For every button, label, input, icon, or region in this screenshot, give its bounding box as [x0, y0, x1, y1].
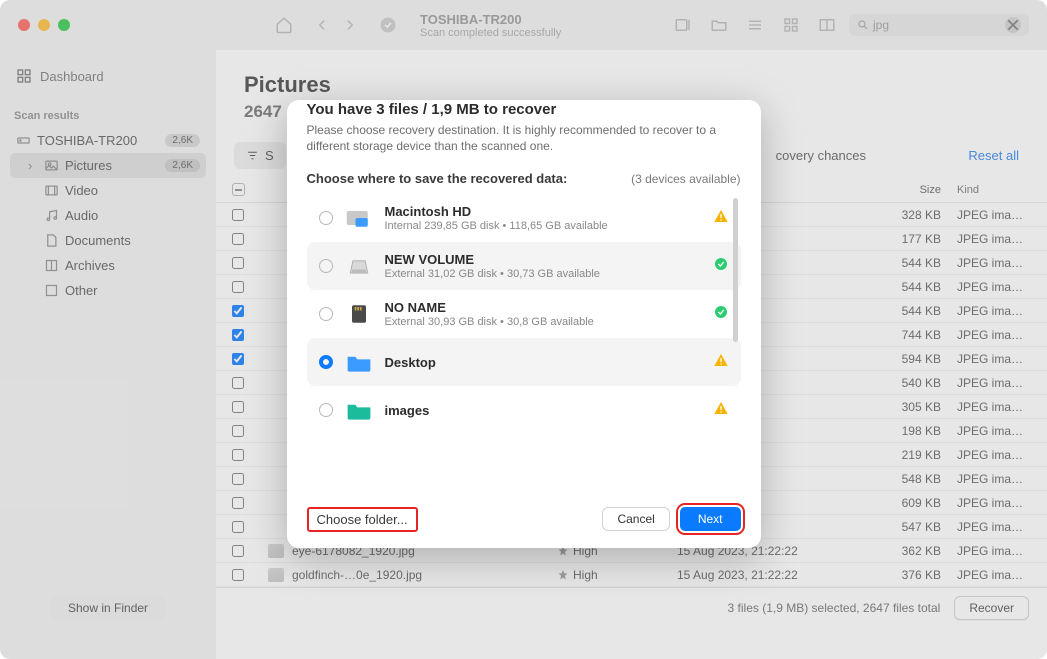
device-icon — [345, 204, 373, 232]
devices-available-label: (3 devices available) — [631, 172, 740, 186]
device-row-macintosh-hd[interactable]: Macintosh HDInternal 239,85 GB disk • 11… — [307, 194, 741, 242]
device-icon — [345, 252, 373, 280]
recovery-destination-modal: You have 3 files / 1,9 MB to recover Ple… — [287, 100, 761, 548]
device-radio[interactable] — [319, 259, 333, 273]
device-icon — [345, 396, 373, 424]
device-name: Desktop — [385, 355, 701, 370]
device-name: NEW VOLUME — [385, 252, 701, 267]
modal-overlay: You have 3 files / 1,9 MB to recover Ple… — [0, 0, 1047, 659]
device-radio[interactable] — [319, 355, 333, 369]
next-button[interactable]: Next — [680, 507, 741, 531]
device-status-icon — [713, 256, 729, 277]
choose-folder-button[interactable]: Choose folder... — [307, 507, 418, 532]
device-status-icon — [713, 400, 729, 421]
device-icon — [345, 348, 373, 376]
device-list: Macintosh HDInternal 239,85 GB disk • 11… — [307, 194, 741, 434]
cancel-button[interactable]: Cancel — [602, 507, 669, 531]
device-icon — [345, 300, 373, 328]
device-name: images — [385, 403, 701, 418]
modal-title: You have 3 files / 1,9 MB to recover — [307, 101, 741, 118]
choose-destination-label: Choose where to save the recovered data: — [307, 171, 568, 186]
device-status-icon — [713, 304, 729, 325]
device-row-desktop[interactable]: Desktop — [307, 338, 741, 386]
device-detail: External 31,02 GB disk • 30,73 GB availa… — [385, 268, 701, 280]
device-row-new-volume[interactable]: NEW VOLUMEExternal 31,02 GB disk • 30,73… — [307, 242, 741, 290]
device-detail: Internal 239,85 GB disk • 118,65 GB avai… — [385, 220, 701, 232]
device-radio[interactable] — [319, 211, 333, 225]
device-detail: External 30,93 GB disk • 30,8 GB availab… — [385, 316, 701, 328]
device-name: NO NAME — [385, 300, 701, 315]
device-row-no-name[interactable]: NO NAMEExternal 30,93 GB disk • 30,8 GB … — [307, 290, 741, 338]
device-status-icon — [713, 208, 729, 229]
device-status-icon — [713, 352, 729, 373]
modal-subtitle: Please choose recovery destination. It i… — [307, 122, 741, 156]
device-row-images[interactable]: images — [307, 386, 741, 434]
device-name: Macintosh HD — [385, 204, 701, 219]
device-list-scrollbar[interactable] — [733, 198, 738, 342]
device-radio[interactable] — [319, 307, 333, 321]
app-window: TOSHIBA-TR200 Scan completed successfull… — [0, 0, 1047, 659]
device-radio[interactable] — [319, 403, 333, 417]
